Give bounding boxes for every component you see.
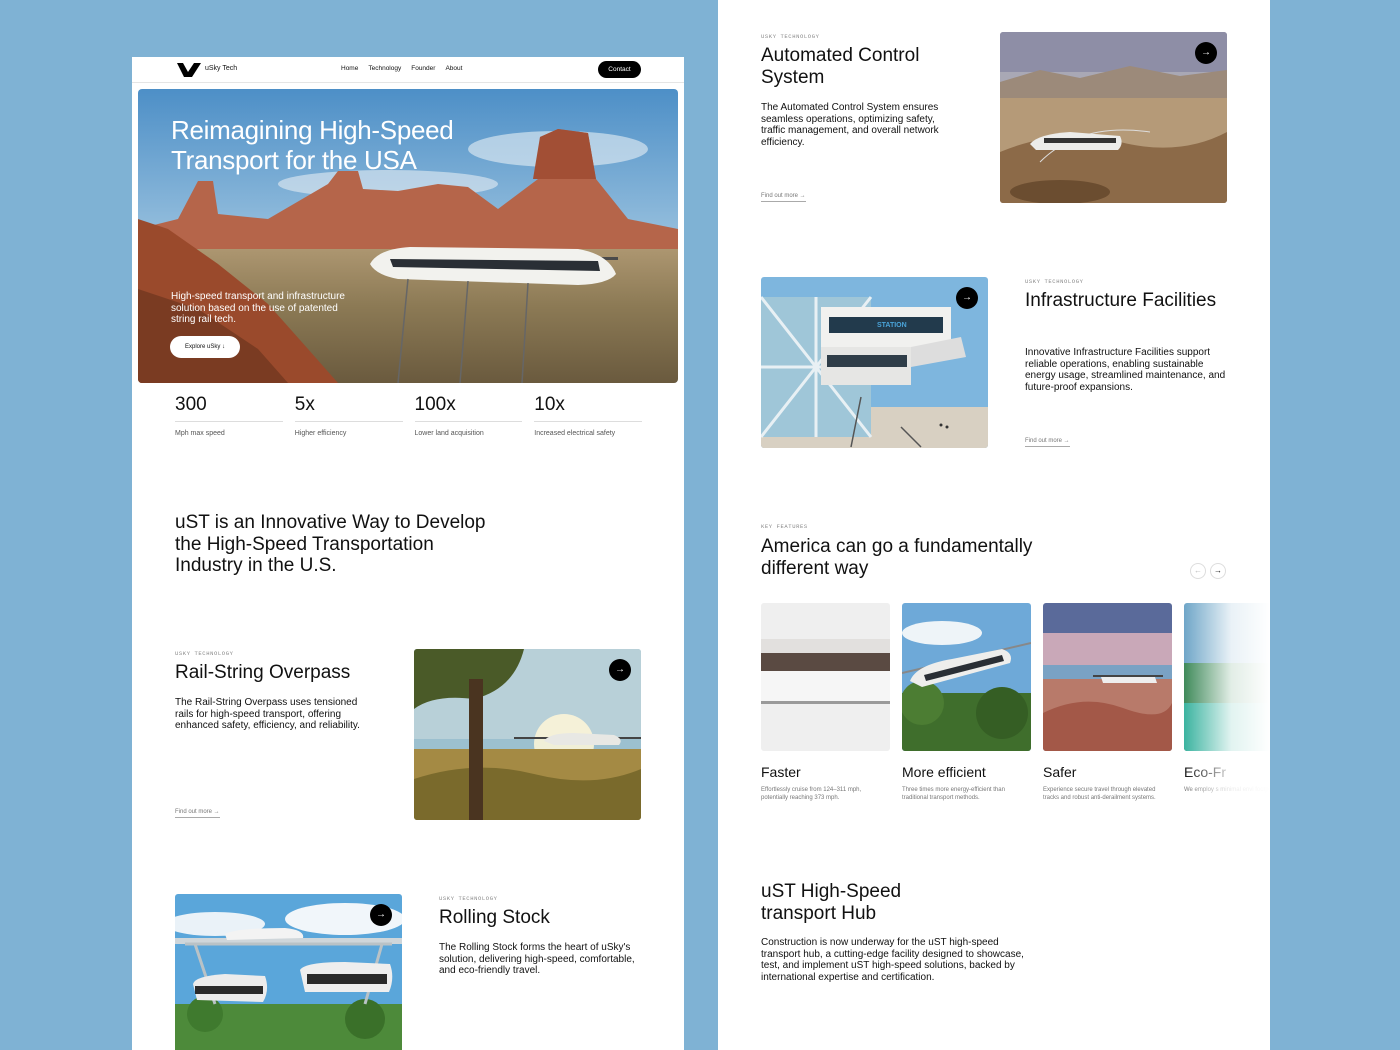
nav-links: Home Technology Founder About xyxy=(341,65,462,72)
stats-row: 300 Mph max speed 5x Higher efficiency 1… xyxy=(175,393,642,437)
stat-efficiency: 5x Higher efficiency xyxy=(294,393,403,437)
brand-name[interactable]: uSky Tech xyxy=(205,65,237,72)
right-page: uSky Technology Automated Control System… xyxy=(718,0,1270,1050)
nav-about[interactable]: About xyxy=(445,65,462,72)
infrastructure-image-card[interactable]: STATION → xyxy=(761,277,988,448)
usky-logo-icon[interactable] xyxy=(176,62,202,78)
rail-string-body: The Rail-String Overpass uses tensioned … xyxy=(175,697,360,732)
feature-card-faster[interactable]: Faster Effortlessly cruise from 124–311 … xyxy=(761,603,890,802)
hub-body: Construction is now underway for the uST… xyxy=(761,937,1024,984)
rail-string-image-card[interactable]: → xyxy=(414,649,641,820)
stat-land: 100x Lower land acquisition xyxy=(414,393,523,437)
rolling-stock-eyebrow: uSky Technology xyxy=(439,895,498,902)
hub-title: uST High-Speed transport Hub xyxy=(761,881,902,924)
feature-image xyxy=(761,603,890,751)
rolling-stock-image-card[interactable]: → xyxy=(175,894,402,1050)
infrastructure-station-image: STATION xyxy=(761,277,988,448)
stat-value: 10x xyxy=(534,393,642,422)
stat-speed: 300 Mph max speed xyxy=(175,393,283,437)
top-nav: uSky Tech Home Technology Founder About … xyxy=(132,57,684,83)
carousel-next-button[interactable]: → xyxy=(1210,563,1226,579)
feature-desc: Three times more energy-efficient than t… xyxy=(902,787,1005,801)
stat-value: 100x xyxy=(414,393,523,422)
stat-label: Increased electrical safety xyxy=(534,430,616,437)
rolling-stock-image xyxy=(175,894,402,1050)
nav-home[interactable]: Home xyxy=(341,65,358,72)
feature-desc: Effortlessly cruise from 124–311 mph, po… xyxy=(761,787,862,801)
feature-title: Eco-Fr xyxy=(1184,764,1226,780)
stat-value: 5x xyxy=(294,393,403,422)
contact-button[interactable]: Contact xyxy=(598,61,641,78)
left-page: uSky Tech Home Technology Founder About … xyxy=(132,57,684,1050)
stat-value: 300 xyxy=(175,393,283,422)
automated-find-more-link[interactable]: Find out more → xyxy=(761,193,806,202)
feature-image xyxy=(902,603,1031,751)
rolling-stock-title: Rolling Stock xyxy=(439,907,550,928)
features-title: America can go a fundamentally different… xyxy=(761,536,1033,579)
rail-string-tree-image xyxy=(414,649,641,820)
infrastructure-title: Infrastructure Facilities xyxy=(1025,290,1217,311)
carousel-prev-button[interactable]: ← xyxy=(1190,563,1206,579)
hero-subtitle: High-speed transport and infrastructure … xyxy=(171,291,345,325)
rail-string-title: Rail-String Overpass xyxy=(175,662,351,683)
automated-eyebrow: uSky Technology xyxy=(761,33,820,40)
feature-card-eco[interactable]: Eco-Fr We employ s minimal envi footprin… xyxy=(1184,603,1270,794)
rail-string-find-more-link[interactable]: Find out more → xyxy=(175,809,220,818)
automated-image-card[interactable]: → xyxy=(1000,32,1227,203)
feature-title: Faster xyxy=(761,764,801,780)
stat-label: Lower land acquisition xyxy=(414,430,484,437)
feature-title: More efficient xyxy=(902,764,986,780)
nav-technology[interactable]: Technology xyxy=(368,65,401,72)
infrastructure-find-more-link[interactable]: Find out more → xyxy=(1025,438,1070,447)
infrastructure-body: Innovative Infrastructure Facilities sup… xyxy=(1025,347,1226,394)
feature-desc: Experience secure travel through elevate… xyxy=(1043,787,1156,801)
arrow-right-icon[interactable]: → xyxy=(1195,42,1217,64)
stat-safety: 10x Increased electrical safety xyxy=(534,393,642,437)
hero-banner: Reimagining High-Speed Transport for the… xyxy=(138,89,678,383)
automated-body: The Automated Control System ensures sea… xyxy=(761,102,939,149)
feature-title: Safer xyxy=(1043,764,1077,780)
stat-label: Mph max speed xyxy=(175,430,225,437)
explore-label: Explore uSky xyxy=(184,344,221,350)
feature-image xyxy=(1184,603,1270,751)
automated-title: Automated Control System xyxy=(761,45,920,88)
intro-heading: uST is an Innovative Way to Develop the … xyxy=(175,512,486,576)
features-eyebrow: Key features xyxy=(761,523,808,530)
feature-desc: We employ s minimal envi footprint. xyxy=(1184,787,1270,793)
arrow-right-icon[interactable]: → xyxy=(370,904,392,926)
feature-card-efficient[interactable]: More efficient Three times more energy-e… xyxy=(902,603,1031,802)
rail-string-eyebrow: uSky Technology xyxy=(175,650,234,657)
infrastructure-eyebrow: uSky Technology xyxy=(1025,278,1084,285)
nav-founder[interactable]: Founder xyxy=(411,65,435,72)
hero-title: Reimagining High-Speed Transport for the… xyxy=(171,115,454,175)
rolling-stock-body: The Rolling Stock forms the heart of uSk… xyxy=(439,942,635,977)
automated-valley-image xyxy=(1000,32,1227,203)
arrow-right-icon[interactable]: → xyxy=(956,287,978,309)
station-sign: STATION xyxy=(877,322,907,329)
explore-button[interactable]: Explore uSky ↓ xyxy=(170,336,240,358)
feature-card-safer[interactable]: Safer Experience secure travel through e… xyxy=(1043,603,1172,802)
arrow-right-icon[interactable]: → xyxy=(609,659,631,681)
arrow-down-icon: ↓ xyxy=(222,344,226,350)
feature-image xyxy=(1043,603,1172,751)
stat-label: Higher efficiency xyxy=(294,430,347,437)
